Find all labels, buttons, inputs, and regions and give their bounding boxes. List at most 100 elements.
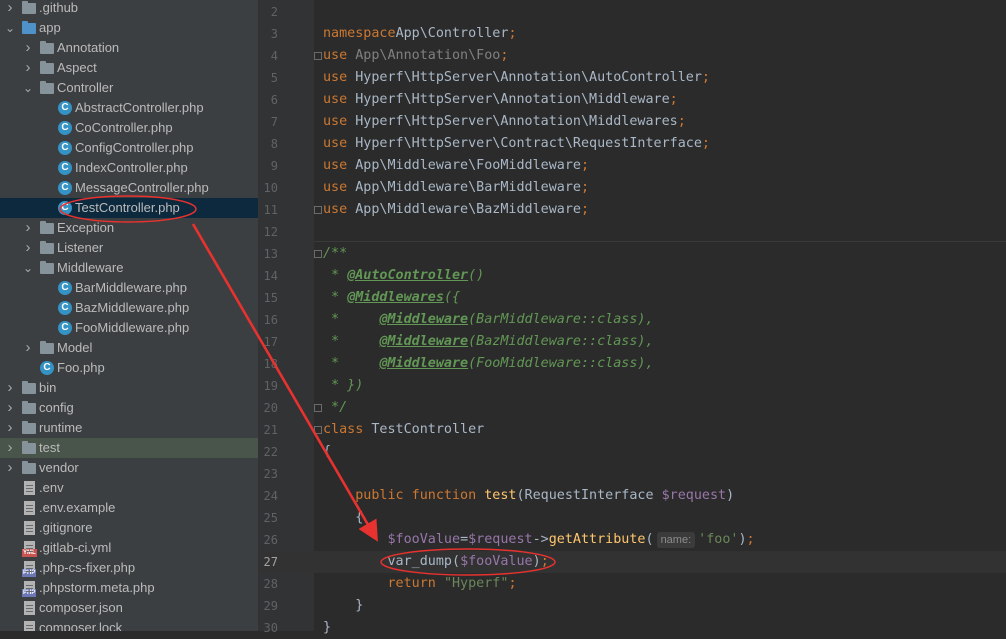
tree-item[interactable]: C MessageController.php [0,178,258,198]
code-line[interactable]: use Hyperf\HttpServer\Contract\RequestIn… [323,133,710,155]
tree-item[interactable]: ⌄ Middleware [0,258,258,278]
chevron-right-icon[interactable]: › [22,38,34,58]
line-number[interactable]: 30 [258,617,278,639]
tree-item[interactable]: C ConfigController.php [0,138,258,158]
line-number[interactable]: 4 [258,45,278,67]
tree-item[interactable]: PHP .phpstorm.meta.php [0,578,258,598]
code-line[interactable]: use Hyperf\HttpServer\Annotation\Middlew… [323,89,678,111]
tree-item[interactable]: C BarMiddleware.php [0,278,258,298]
line-number[interactable]: 15 [258,287,278,309]
code-line[interactable]: $fooValue=$request->getAttribute(name:'f… [323,529,755,551]
chevron-right-icon[interactable]: › [4,0,16,18]
tree-item[interactable]: › config [0,398,258,418]
tree-item[interactable]: YML .gitlab-ci.yml [0,538,258,558]
tree-item[interactable]: › Annotation [0,38,258,58]
tree-item[interactable]: › Model [0,338,258,358]
line-number[interactable]: 23 [258,463,278,485]
fold-marker-icon[interactable] [314,52,322,60]
code-line[interactable]: } [323,617,331,639]
code-line[interactable]: } [323,595,363,617]
line-number[interactable]: 11 [258,199,278,221]
chevron-right-icon[interactable]: › [4,378,16,398]
tree-item[interactable]: › Exception [0,218,258,238]
code-line[interactable]: { [323,507,363,529]
tree-item[interactable]: C BazMiddleware.php [0,298,258,318]
line-number[interactable]: 8 [258,133,278,155]
line-number[interactable]: 24 [258,485,278,507]
tree-item[interactable]: C Foo.php [0,358,258,378]
code-line[interactable]: use Hyperf\HttpServer\Annotation\Middlew… [323,111,686,133]
line-number[interactable]: 19 [258,375,278,397]
line-number[interactable]: 27 [258,551,278,573]
tree-item[interactable]: PHP .php-cs-fixer.php [0,558,258,578]
code-line[interactable]: { [323,441,331,463]
tree-item[interactable]: .env.example [0,498,258,518]
tree-item[interactable]: C TestController.php [0,198,258,218]
chevron-right-icon[interactable]: › [4,398,16,418]
tree-item[interactable]: C IndexController.php [0,158,258,178]
tree-item[interactable]: › vendor [0,458,258,478]
line-number[interactable]: 6 [258,89,278,111]
line-number[interactable]: 26 [258,529,278,551]
code-line[interactable]: * @Middleware(BazMiddleware::class), [323,331,654,353]
code-line[interactable]: * }) [323,375,363,397]
tree-item[interactable]: › Aspect [0,58,258,78]
fold-marker-icon[interactable] [314,206,322,214]
code-line[interactable]: * @AutoController() [323,265,484,287]
tree-item[interactable]: › runtime [0,418,258,438]
line-number[interactable]: 3 [258,23,278,45]
chevron-down-icon[interactable]: ⌄ [22,78,34,98]
chevron-right-icon[interactable]: › [22,238,34,258]
tree-item[interactable]: › bin [0,378,258,398]
line-number[interactable]: 10 [258,177,278,199]
tree-item[interactable]: C AbstractController.php [0,98,258,118]
chevron-right-icon[interactable]: › [22,338,34,358]
chevron-right-icon[interactable]: › [4,458,16,478]
chevron-down-icon[interactable]: ⌄ [22,258,34,278]
line-number[interactable]: 14 [258,265,278,287]
chevron-right-icon[interactable]: › [22,218,34,238]
chevron-right-icon[interactable]: › [4,418,16,438]
line-number[interactable]: 5 [258,67,278,89]
code-line[interactable]: class TestController [323,419,484,441]
tree-item[interactable]: › Listener [0,238,258,258]
line-number[interactable]: 13 [258,243,278,265]
code-line[interactable]: public function test(RequestInterface $r… [323,485,734,507]
tree-item[interactable]: ⌄ Controller [0,78,258,98]
code-line[interactable]: use Hyperf\HttpServer\Annotation\AutoCon… [323,67,710,89]
code-line[interactable]: use App\Middleware\BarMiddleware; [323,177,589,199]
line-number[interactable]: 22 [258,441,278,463]
tree-item[interactable]: C FooMiddleware.php [0,318,258,338]
fold-marker-icon[interactable] [314,404,322,412]
tree-item[interactable]: › test [0,438,258,458]
tree-item[interactable]: .gitignore [0,518,258,538]
line-number[interactable]: 17 [258,331,278,353]
code-line[interactable]: var_dump($fooValue); [323,551,548,573]
line-number[interactable]: 12 [258,221,278,243]
line-number[interactable]: 21 [258,419,278,441]
code-line[interactable]: return "Hyperf"; [323,573,516,595]
code-line[interactable]: namespaceApp\Controller; [323,23,517,45]
code-line[interactable]: * @Middleware(BarMiddleware::class), [323,309,654,331]
code-line[interactable]: use App\Middleware\FooMiddleware; [323,155,589,177]
code-line[interactable]: use App\Middleware\BazMiddleware; [323,199,589,221]
tree-item[interactable]: .env [0,478,258,498]
line-number[interactable]: 20 [258,397,278,419]
line-number[interactable]: 18 [258,353,278,375]
line-number[interactable]: 16 [258,309,278,331]
line-number[interactable]: 29 [258,595,278,617]
line-number[interactable]: 9 [258,155,278,177]
chevron-right-icon[interactable]: › [22,58,34,78]
chevron-down-icon[interactable]: ⌄ [4,18,16,38]
tree-item[interactable]: ⌄ app [0,18,258,38]
line-number[interactable]: 28 [258,573,278,595]
code-line[interactable]: * @Middleware(FooMiddleware::class), [323,353,654,375]
chevron-right-icon[interactable]: › [4,438,16,458]
tree-item[interactable]: composer.lock [0,618,258,631]
code-line[interactable]: /** [323,243,347,265]
code-line[interactable]: * @Middlewares({ [323,287,460,309]
fold-marker-icon[interactable] [314,250,322,258]
line-number[interactable]: 25 [258,507,278,529]
tree-item[interactable]: C CoController.php [0,118,258,138]
tree-item[interactable]: composer.json [0,598,258,618]
